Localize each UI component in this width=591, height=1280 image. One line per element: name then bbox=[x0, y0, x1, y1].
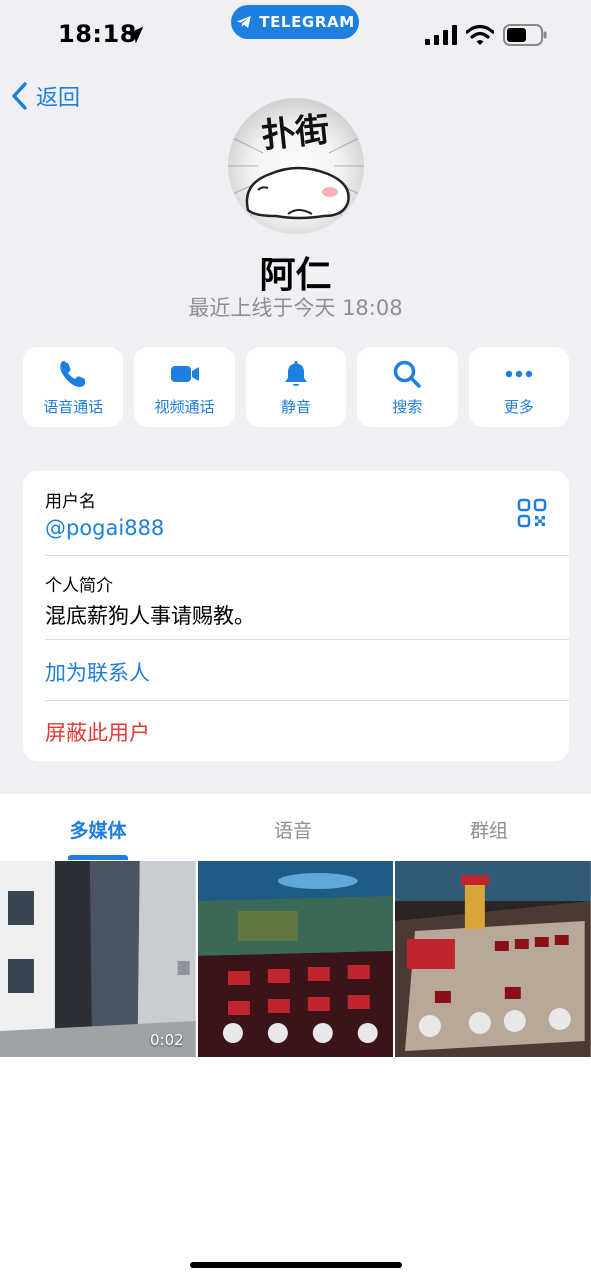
wifi-icon bbox=[466, 24, 494, 45]
battery-icon bbox=[503, 24, 547, 46]
media-item-photo[interactable] bbox=[395, 861, 591, 1057]
action-label: 静音 bbox=[281, 397, 312, 416]
action-label: 更多 bbox=[503, 397, 534, 416]
divider bbox=[45, 555, 569, 556]
divider bbox=[45, 700, 569, 701]
search-button[interactable]: 搜索 bbox=[357, 347, 458, 427]
tab-voice[interactable]: 语音 bbox=[274, 816, 312, 843]
phone-icon bbox=[60, 360, 86, 387]
video-duration: 0:02 bbox=[149, 1031, 184, 1049]
avatar[interactable]: 扑街 bbox=[228, 98, 364, 234]
back-label: 返回 bbox=[36, 86, 81, 111]
more-icon bbox=[505, 370, 533, 377]
status-bar: 18:18 TELEGRAM bbox=[0, 0, 591, 70]
bell-icon bbox=[285, 360, 308, 386]
voice-call-button[interactable]: 语音通话 bbox=[23, 347, 124, 427]
action-label: 语音通话 bbox=[43, 397, 104, 416]
arcade-machine-thumbnail bbox=[197, 861, 394, 1057]
location-arrow-icon bbox=[126, 26, 144, 44]
username-label: 用户名 bbox=[45, 492, 96, 512]
media-item-photo[interactable] bbox=[197, 861, 394, 1057]
info-card: 用户名 @pogai888 个人简介 混底薪狗人事请赐教。 加为联系人 屏蔽此用… bbox=[23, 471, 569, 761]
bio-value: 混底薪狗人事请赐教。 bbox=[45, 604, 255, 628]
profile-name: 阿仁 bbox=[259, 255, 332, 296]
action-buttons: 语音通话 视频通话 静音 搜索 更多 bbox=[23, 347, 570, 427]
avatar-sticker-image: 扑街 bbox=[228, 110, 364, 220]
video-call-button[interactable]: 视频通话 bbox=[134, 347, 235, 427]
cellular-signal-icon bbox=[425, 25, 457, 45]
chevron-left-icon bbox=[12, 82, 27, 110]
add-contact-button[interactable]: 加为联系人 bbox=[45, 657, 569, 687]
tab-groups[interactable]: 群组 bbox=[470, 816, 508, 843]
action-label: 搜索 bbox=[392, 397, 423, 416]
telegram-pill-label: TELEGRAM bbox=[259, 13, 355, 31]
bio-label: 个人简介 bbox=[45, 576, 113, 596]
telegram-profile-screen: 18:18 TELEGRAM 返回 扑街 阿仁 最近上线于今天 18:08 语音… bbox=[0, 0, 591, 1280]
telegram-pill[interactable]: TELEGRAM bbox=[231, 5, 359, 39]
divider bbox=[45, 639, 569, 640]
shared-media-panel: 多媒体 语音 群组 0:02 bbox=[0, 794, 591, 1280]
block-user-button[interactable]: 屏蔽此用户 bbox=[45, 717, 569, 747]
building-thumbnail bbox=[0, 861, 196, 1057]
back-button[interactable]: 返回 bbox=[10, 80, 80, 112]
media-grid: 0:02 bbox=[0, 861, 591, 1057]
home-indicator[interactable] bbox=[190, 1262, 402, 1268]
action-label: 视频通话 bbox=[154, 397, 215, 416]
media-tabs: 多媒体 语音 群组 bbox=[0, 794, 591, 860]
username-row[interactable]: 用户名 @pogai888 bbox=[45, 487, 569, 540]
avatar-caption: 扑街 bbox=[260, 110, 332, 157]
qr-code-icon[interactable] bbox=[517, 498, 547, 528]
telegram-plane-icon bbox=[236, 16, 251, 28]
more-button[interactable]: 更多 bbox=[468, 347, 570, 427]
media-item-video[interactable]: 0:02 bbox=[0, 861, 196, 1057]
active-tab-indicator bbox=[68, 855, 128, 860]
tab-media[interactable]: 多媒体 bbox=[69, 816, 126, 843]
bio-row: 个人简介 混底薪狗人事请赐教。 bbox=[45, 571, 569, 630]
username-value[interactable]: @pogai888 bbox=[45, 516, 569, 540]
search-icon bbox=[394, 360, 422, 388]
game-table-thumbnail bbox=[395, 861, 591, 1057]
mute-button[interactable]: 静音 bbox=[245, 347, 347, 427]
video-icon bbox=[170, 365, 199, 382]
last-seen-status: 最近上线于今天 18:08 bbox=[188, 296, 403, 320]
